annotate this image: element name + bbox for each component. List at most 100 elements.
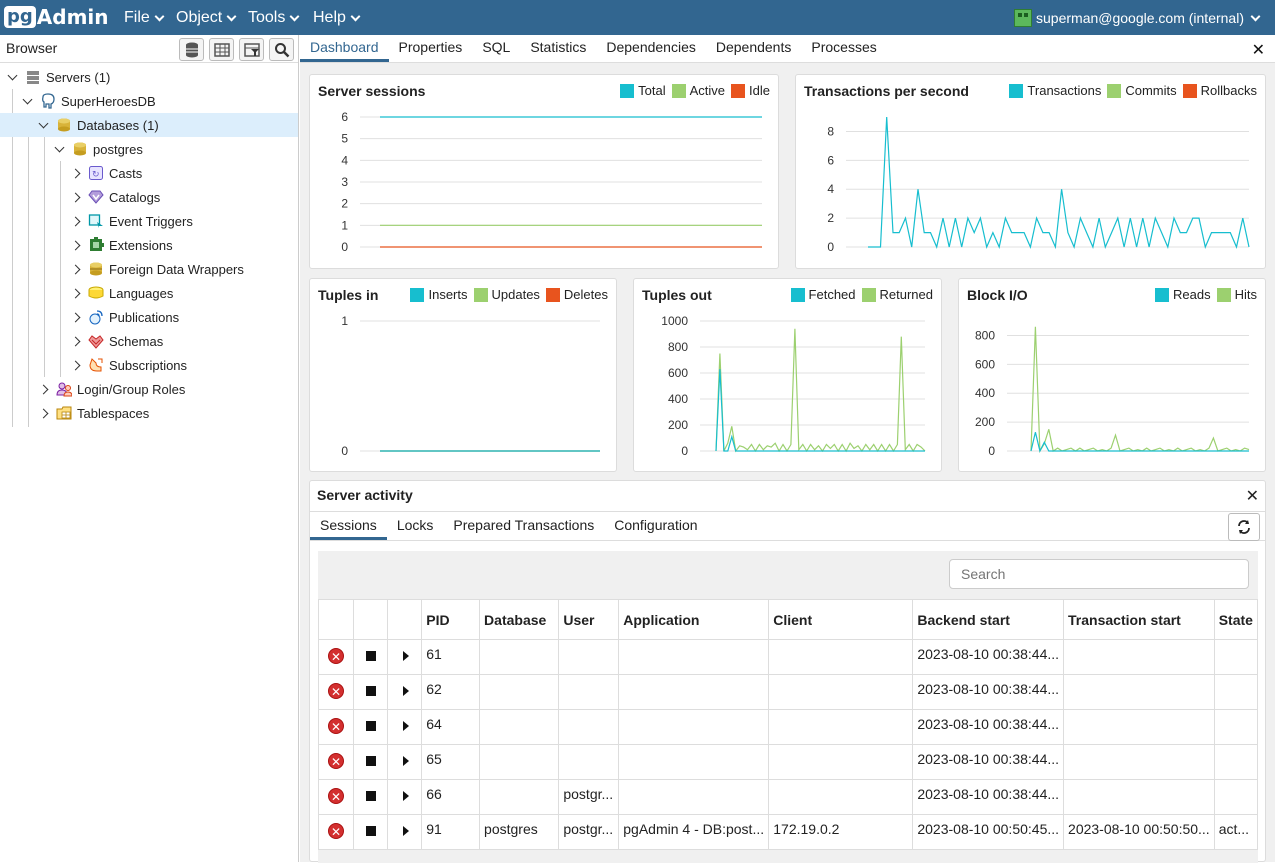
tab-sql[interactable]: SQL	[472, 35, 520, 62]
view-data-button[interactable]	[209, 38, 234, 61]
tab-statistics[interactable]: Statistics	[520, 35, 596, 62]
tree-item-subscriptions[interactable]: Subscriptions	[0, 353, 298, 377]
subtab-configuration[interactable]: Configuration	[604, 512, 707, 540]
column-header[interactable]: Database	[479, 599, 560, 640]
tree-item-label: Languages	[109, 285, 174, 301]
tree-item-schemas[interactable]: Schemas	[0, 329, 298, 353]
tab-properties[interactable]: Properties	[389, 35, 473, 62]
legend-item-commits[interactable]: Commits	[1107, 83, 1177, 98]
legend-item-updates[interactable]: Updates	[473, 287, 540, 302]
subtab-prepared-transactions[interactable]: Prepared Transactions	[443, 512, 604, 540]
table-row[interactable]: ✕ 64 2023-08-10 00:38:44...	[318, 709, 1259, 745]
tree-item-extensions[interactable]: Extensions	[0, 233, 298, 257]
tree-item-superheroesdb[interactable]: SuperHeroesDB	[0, 89, 298, 113]
filtered-rows-button[interactable]	[239, 38, 264, 61]
legend-item-hits[interactable]: Hits	[1216, 287, 1257, 302]
legend-item-returned[interactable]: Returned	[861, 287, 933, 302]
y-tick-label: 800	[975, 328, 995, 342]
terminate-session-icon[interactable]: ✕	[328, 823, 344, 839]
user-email: superman@google.com (internal)	[1036, 10, 1244, 26]
expand-row-icon[interactable]	[402, 791, 409, 801]
column-header[interactable]: Client	[768, 599, 914, 640]
subtab-sessions[interactable]: Sessions	[310, 512, 387, 540]
table-row[interactable]: ✕ 91 postgres postgr... pgAdmin 4 - DB:post.…	[318, 814, 1259, 850]
expand-row-icon[interactable]	[402, 756, 409, 766]
refresh-button[interactable]	[1228, 513, 1260, 541]
tree-item-label: SuperHeroesDB	[61, 93, 156, 109]
table-row[interactable]: ✕ 62 2023-08-10 00:38:44...	[318, 674, 1259, 710]
legend-item-reads[interactable]: Reads	[1155, 287, 1211, 302]
terminate-session-icon[interactable]: ✕	[328, 788, 344, 804]
subtab-locks[interactable]: Locks	[387, 512, 444, 540]
cancel-query-icon[interactable]	[365, 686, 376, 696]
legend-item-deletes[interactable]: Deletes	[545, 287, 608, 302]
expand-row-icon[interactable]	[402, 826, 409, 836]
tab-processes[interactable]: Processes	[801, 35, 886, 62]
cell-pid: 65	[421, 744, 481, 780]
cancel-query-icon[interactable]	[365, 756, 376, 766]
extensions-icon	[90, 237, 104, 251]
tree-item-event-triggers[interactable]: Event Triggers	[0, 209, 298, 233]
column-header[interactable]: State	[1213, 599, 1259, 640]
tab-dashboard[interactable]: Dashboard	[300, 35, 389, 62]
menu-object[interactable]: Object	[176, 9, 237, 27]
cancel-query-icon[interactable]	[365, 826, 376, 836]
cancel-query-icon[interactable]	[365, 791, 376, 801]
cell-client	[768, 709, 914, 745]
tree-item-databases[interactable]: Databases (1)	[0, 113, 298, 137]
tree-item-publications[interactable]: Publications	[0, 305, 298, 329]
table-row[interactable]: ✕ 65 2023-08-10 00:38:44...	[318, 744, 1259, 780]
menu-help[interactable]: Help	[313, 9, 361, 27]
terminate-session-icon[interactable]: ✕	[328, 683, 344, 699]
legend-item-total[interactable]: Total	[620, 83, 666, 98]
search-input[interactable]	[949, 559, 1249, 589]
close-icon[interactable]: ✕	[1246, 486, 1259, 506]
close-icon[interactable]: ✕	[1252, 40, 1265, 60]
tab-dependencies[interactable]: Dependencies	[596, 35, 706, 62]
terminate-session-icon[interactable]: ✕	[328, 648, 344, 664]
tree-item-tablespaces[interactable]: Tablespaces	[0, 401, 298, 425]
expand-row-icon[interactable]	[402, 686, 409, 696]
column-header[interactable]: Backend start	[912, 599, 1065, 640]
legend-item-transactions[interactable]: Transactions	[1009, 83, 1101, 98]
legend-item-inserts[interactable]: Inserts	[410, 287, 468, 302]
cancel-query-icon[interactable]	[365, 651, 376, 661]
terminate-session-icon[interactable]: ✕	[328, 718, 344, 734]
tree-item-login-group-roles[interactable]: Login/Group Roles	[0, 377, 298, 401]
tree-item-label: Casts	[109, 165, 143, 181]
menu-file[interactable]: File	[124, 9, 165, 27]
expand-row-icon[interactable]	[402, 651, 409, 661]
tree-item-languages[interactable]: Languages	[0, 281, 298, 305]
terminate-session-icon[interactable]: ✕	[328, 753, 344, 769]
legend-item-fetched[interactable]: Fetched	[790, 287, 856, 302]
chevron-down-icon	[289, 11, 300, 21]
menu-tools[interactable]: Tools	[248, 9, 300, 27]
tree-item-casts[interactable]: ↻ Casts	[0, 161, 298, 185]
cancel-query-icon[interactable]	[365, 721, 376, 731]
user-menu[interactable]: superman@google.com (internal)	[1014, 9, 1261, 27]
legend-item-active[interactable]: Active	[671, 83, 725, 98]
tree-item-postgres[interactable]: postgres	[0, 137, 298, 161]
column-header[interactable]: Transaction start	[1063, 599, 1215, 640]
y-tick-label: 0	[681, 444, 688, 458]
legend-item-rollbacks[interactable]: Rollbacks	[1182, 83, 1257, 98]
legend-item-idle[interactable]: Idle	[731, 83, 770, 98]
panel-title: Block I/O	[967, 287, 1028, 303]
logo-pg: pg	[4, 6, 36, 28]
cell-application	[618, 709, 770, 745]
table-row[interactable]: ✕ 61 2023-08-10 00:38:44...	[318, 639, 1259, 675]
query-tool-button[interactable]	[179, 38, 204, 61]
tab-dependents[interactable]: Dependents	[706, 35, 802, 62]
column-header[interactable]: Application	[618, 599, 770, 640]
table-row[interactable]: ✕ 66 postgr... 2023-08-10 00:38:44...	[318, 779, 1259, 815]
languages-icon	[88, 286, 104, 299]
tree-item-catalogs[interactable]: Catalogs	[0, 185, 298, 209]
tree-item-servers[interactable]: Servers (1)	[0, 65, 298, 89]
expand-row-icon[interactable]	[402, 721, 409, 731]
panel-title: Transactions per second	[804, 83, 969, 99]
column-header[interactable]: PID	[421, 599, 481, 640]
y-tick-label: 2	[827, 211, 834, 225]
search-objects-button[interactable]	[269, 38, 294, 61]
tree-item-foreign-data-wrappers[interactable]: Foreign Data Wrappers	[0, 257, 298, 281]
column-header[interactable]: User	[558, 599, 620, 640]
